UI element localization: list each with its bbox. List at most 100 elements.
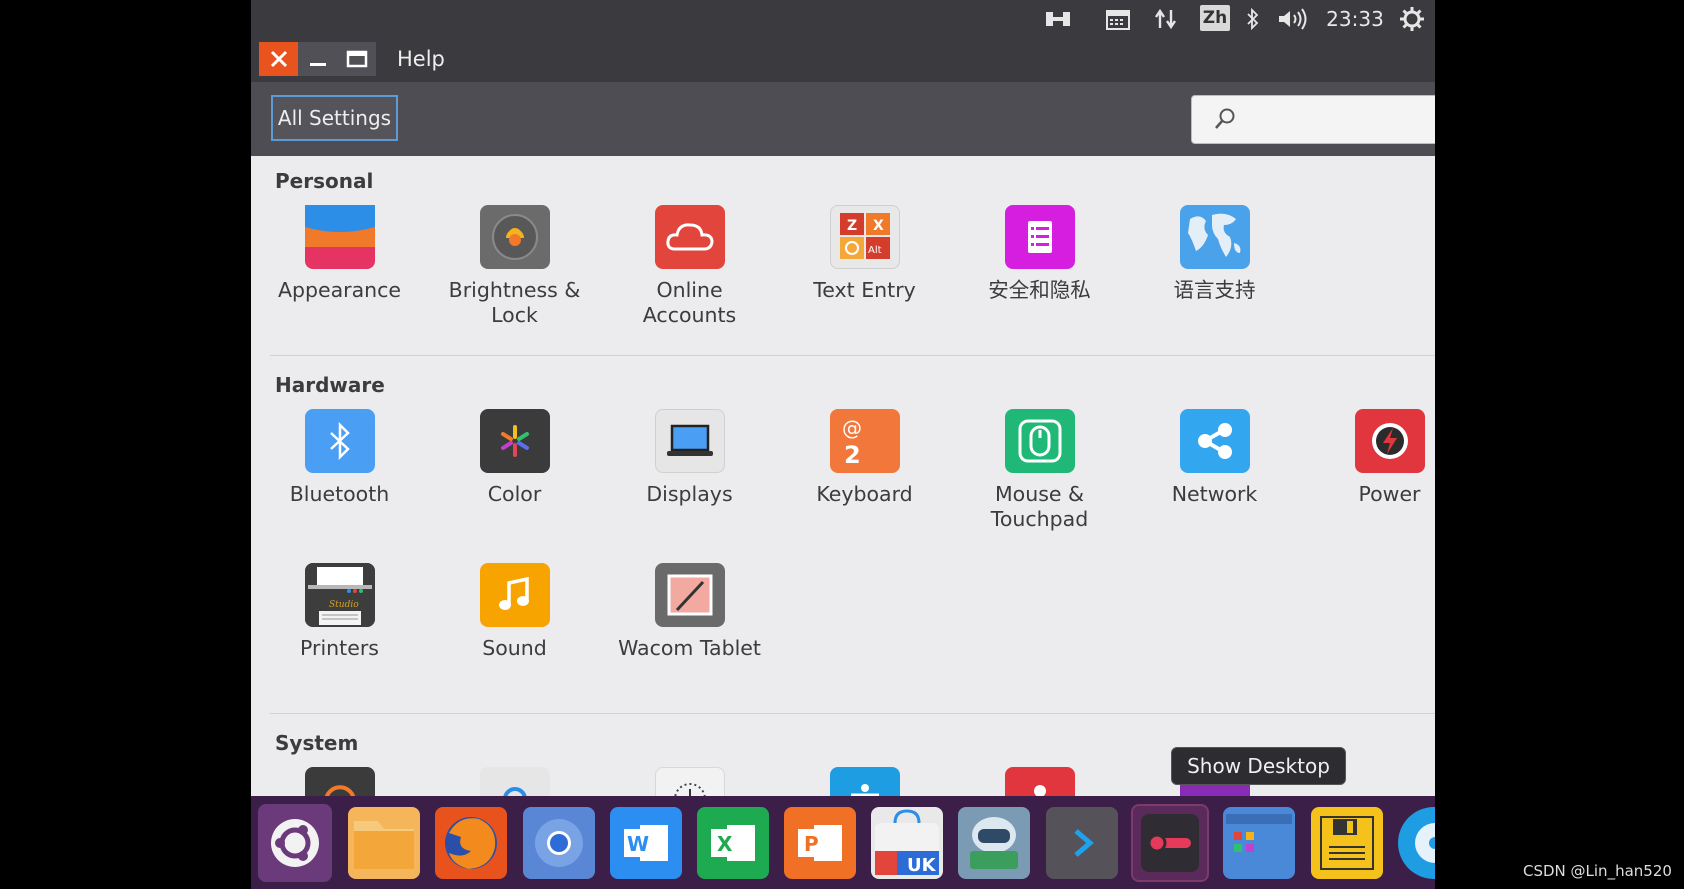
network-icon (1179, 409, 1250, 473)
top-panel: Zh 23:33 (251, 0, 1435, 37)
menu-help[interactable]: Help (397, 37, 445, 82)
launcher-files[interactable] (348, 807, 420, 879)
settings-item-label: Bluetooth (289, 482, 390, 506)
settings-item-wacom-tablet[interactable]: Wacom Tablet (602, 563, 777, 661)
settings-item-bluetooth[interactable]: Bluetooth (252, 409, 427, 507)
minimize-icon (309, 63, 326, 66)
launcher-word[interactable]: W (610, 807, 682, 879)
svg-text:Z: Z (847, 218, 857, 234)
close-icon (270, 50, 287, 68)
launcher-dvd[interactable] (1398, 807, 1435, 879)
network-transfer-icon[interactable] (1041, 0, 1075, 37)
settings-item-displays[interactable]: Displays (602, 409, 777, 507)
settings-item-label: Keyboard (816, 482, 913, 506)
software-center-icon: UK (875, 809, 939, 876)
settings-item-language-support[interactable]: 语言支持 (1127, 205, 1302, 303)
brightness-lock-icon (479, 205, 550, 269)
launcher-save-disk[interactable] (1311, 807, 1383, 879)
calendar-icon[interactable] (1101, 0, 1135, 37)
svg-text:P: P (804, 832, 819, 856)
settings-item-mouse-touchpad[interactable]: Mouse & Touchpad (952, 409, 1127, 532)
powerpoint-icon: P (798, 825, 842, 861)
settings-item-label: Text Entry (813, 278, 916, 302)
svg-text:2: 2 (844, 441, 861, 469)
settings-item-label: Network (1171, 482, 1258, 506)
settings-item-label: Appearance (277, 278, 402, 302)
appearance-icon (304, 205, 375, 269)
search-icon (1215, 108, 1235, 129)
settings-item-label: Online Accounts (642, 278, 737, 327)
launcher-software-center[interactable]: UK (871, 807, 943, 879)
launcher-workspaces[interactable] (1223, 807, 1295, 879)
text-entry-icon: Z X Alt (829, 205, 900, 269)
launcher-excel[interactable]: X (697, 807, 769, 879)
settings-item-label: 安全和隐私 (988, 278, 1091, 302)
settings-item-text-entry[interactable]: Z X Alt Text Entry (777, 205, 952, 303)
files-icon (354, 821, 414, 869)
settings-item-label: 语言支持 (1173, 278, 1256, 302)
search-input[interactable] (1191, 95, 1435, 144)
ubuntu-dash-icon (271, 819, 319, 867)
section-divider (270, 713, 1435, 714)
toggle-app-icon (1141, 814, 1199, 872)
settings-item-sound[interactable]: Sound (427, 563, 602, 661)
clock[interactable]: 23:33 (1324, 0, 1386, 37)
bluetooth-icon[interactable] (1241, 0, 1265, 37)
updown-arrows-icon[interactable] (1149, 0, 1183, 37)
section-title-hardware: Hardware (275, 373, 385, 397)
launcher: W X P UK (251, 796, 1435, 889)
settings-item-label: Sound (482, 636, 547, 660)
desktop-screen: Zh 23:33 Help All Settings Personal Appe… (251, 0, 1435, 889)
power-icon (1354, 409, 1425, 473)
minimize-button[interactable] (298, 42, 337, 76)
input-method-indicator[interactable]: Zh (1200, 5, 1230, 31)
launcher-ubuntu-dash[interactable] (258, 804, 332, 882)
wacom-tablet-icon (654, 563, 725, 627)
launcher-screenshot-robot[interactable] (958, 807, 1030, 879)
color-icon (479, 409, 550, 473)
settings-item-printers[interactable]: Studio Printers (252, 563, 427, 661)
terminal-arrow-icon (1074, 829, 1094, 857)
all-settings-button[interactable]: All Settings (271, 95, 398, 141)
save-disk-icon (1320, 816, 1374, 870)
svg-text:Studio: Studio (329, 600, 359, 610)
launcher-terminal-arrow[interactable] (1046, 807, 1118, 879)
settings-item-network[interactable]: Network (1127, 409, 1302, 507)
svg-text:UK: UK (907, 855, 937, 876)
svg-text:X: X (873, 218, 884, 234)
launcher-toggle-app[interactable] (1131, 804, 1209, 882)
settings-content: Personal Appearance Brightness & Lock On… (251, 156, 1435, 831)
sound-icon (479, 563, 550, 627)
settings-item-appearance[interactable]: Appearance (252, 205, 427, 303)
settings-item-security-privacy[interactable]: 安全和隐私 (952, 205, 1127, 303)
section-divider (270, 355, 1435, 356)
window-controls (259, 42, 376, 76)
settings-item-label: Printers (300, 636, 379, 660)
settings-item-power[interactable]: Power (1302, 409, 1435, 507)
settings-item-keyboard[interactable]: @2 Keyboard (777, 409, 952, 507)
settings-item-color[interactable]: Color (427, 409, 602, 507)
security-privacy-icon (1004, 205, 1075, 269)
svg-text:X: X (717, 832, 733, 856)
volume-icon[interactable] (1276, 0, 1310, 37)
launcher-powerpoint[interactable]: P (784, 807, 856, 879)
launcher-tooltip: Show Desktop (1171, 747, 1346, 785)
power-gear-icon[interactable] (1397, 0, 1427, 37)
online-accounts-icon (654, 205, 725, 269)
launcher-chromium[interactable] (523, 807, 595, 879)
settings-item-online-accounts[interactable]: Online Accounts (602, 205, 777, 328)
maximize-icon (346, 50, 367, 68)
maximize-button[interactable] (337, 42, 376, 76)
close-button[interactable] (259, 42, 298, 76)
settings-item-label: Color (487, 482, 542, 506)
settings-item-brightness-lock[interactable]: Brightness & Lock (427, 205, 602, 328)
launcher-firefox[interactable] (435, 807, 507, 879)
watermark: CSDN @Lin_han520 (1523, 862, 1672, 880)
bluetooth-icon (304, 409, 375, 473)
displays-icon (654, 409, 725, 473)
screenshot-robot-icon (970, 817, 1018, 869)
mouse-touchpad-icon (1004, 409, 1075, 473)
language-support-icon (1179, 205, 1250, 269)
section-title-system: System (275, 731, 359, 755)
excel-icon: X (711, 825, 755, 861)
